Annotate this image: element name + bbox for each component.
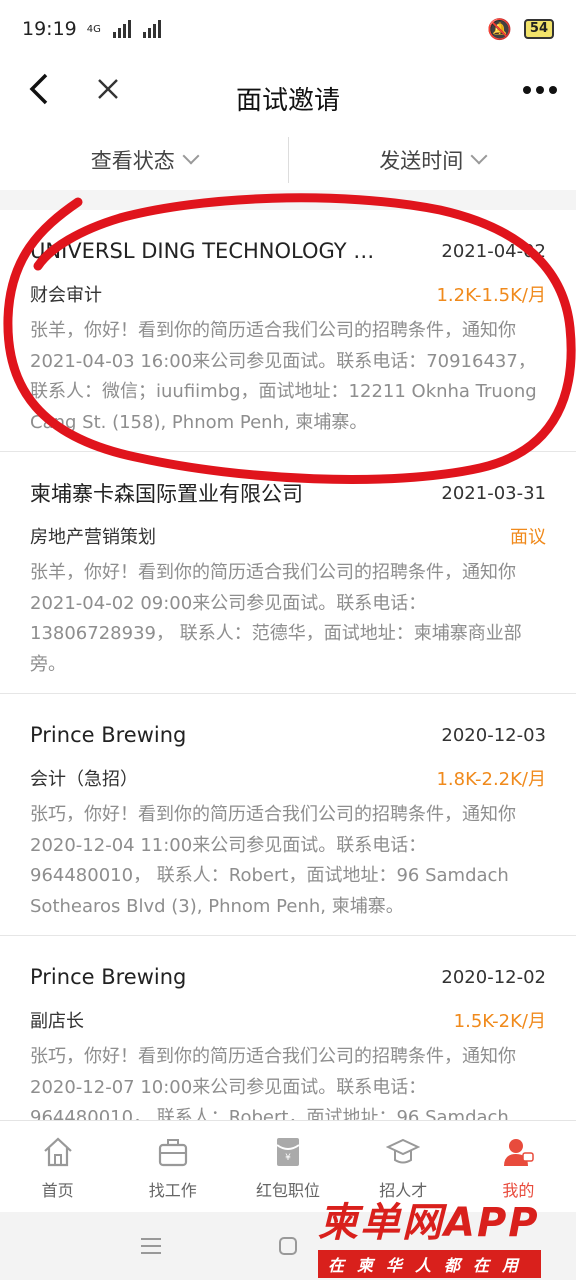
company-name: Prince Brewing: [30, 965, 187, 989]
company-name: 柬埔寨卡森国际置业有限公司: [30, 482, 303, 506]
briefcase-icon: [158, 1139, 187, 1167]
position-name: 房地产营销策划: [30, 527, 156, 548]
invite-date: 2020-12-03: [441, 724, 546, 746]
graduation-cap-icon: [386, 1138, 421, 1164]
signal-icon: [112, 20, 131, 38]
tab-find-job[interactable]: 找工作: [115, 1121, 230, 1212]
position-name: 会计（急招）: [30, 769, 138, 790]
watermark-title: 柬单网APP: [318, 1200, 540, 1246]
invite-message: 张羊，你好！看到你的简历适合我们公司的招聘条件，通知你2021-04-03 16…: [30, 320, 537, 433]
invite-date: 2020-12-02: [441, 966, 546, 988]
watermark-logo: 柬单网APP 在柬华人都在用: [318, 1190, 568, 1278]
page-title: 面试邀请: [235, 86, 340, 116]
battery-icon: 54: [523, 19, 554, 39]
chevron-down-icon: [182, 147, 200, 165]
tab-label: 红包职位: [256, 1181, 321, 1200]
svg-text:¥: ¥: [285, 1153, 291, 1163]
tab-label: 找工作: [148, 1181, 197, 1200]
salary: 面议: [510, 527, 546, 548]
home-button-icon[interactable]: [278, 1236, 298, 1256]
invite-message: 张羊，你好！看到你的简历适合我们公司的招聘条件，通知你2021-04-02 09…: [30, 562, 522, 675]
network-type: 4G: [86, 23, 101, 35]
tab-home[interactable]: 首页: [0, 1121, 115, 1212]
nav-bar: 面试邀请: [0, 58, 576, 130]
watermark-subtitle: 在柬华人都在用: [318, 1250, 542, 1278]
invite-message: 张巧，你好！看到你的简历适合我们公司的招聘条件，通知你2020-12-04 11…: [30, 804, 516, 917]
mute-icon: 🔕: [487, 17, 512, 41]
invitation-list: UNIVERSL DING TECHNOLOGY … 2021-04-02 财会…: [0, 210, 576, 1178]
more-options-icon[interactable]: [522, 68, 558, 103]
filter-view-status[interactable]: 查看状态: [0, 137, 288, 183]
invitation-card[interactable]: Prince Brewing 2020-12-03 会计（急招） 1.8K-2.…: [0, 694, 576, 936]
salary: 1.8K-2.2K/月: [436, 769, 546, 790]
user-icon: [504, 1139, 535, 1166]
invitation-card[interactable]: UNIVERSL DING TECHNOLOGY … 2021-04-02 财会…: [0, 210, 576, 452]
invitation-card[interactable]: 柬埔寨卡森国际置业有限公司 2021-03-31 房地产营销策划 面议 张羊，你…: [0, 452, 576, 694]
signal-icon: [142, 20, 161, 38]
company-name: Prince Brewing: [30, 723, 187, 747]
company-name: UNIVERSL DING TECHNOLOGY …: [30, 239, 375, 263]
red-envelope-icon: ¥: [276, 1138, 300, 1166]
salary: 1.2K-1.5K/月: [436, 285, 546, 306]
invite-date: 2021-03-31: [441, 482, 546, 504]
filter-send-time[interactable]: 发送时间: [289, 137, 576, 183]
invite-date: 2021-04-02: [441, 240, 546, 262]
home-icon: [43, 1137, 72, 1167]
filter-label: 发送时间: [379, 149, 464, 173]
chevron-down-icon: [470, 147, 488, 165]
filter-label: 查看状态: [90, 149, 175, 173]
status-time: 19:19: [22, 18, 77, 40]
filter-bar: 查看状态 发送时间: [0, 130, 576, 190]
status-bar: 19:19 4G 🔕 54: [0, 0, 576, 58]
menu-icon[interactable]: [140, 1236, 162, 1256]
position-name: 财会审计: [30, 285, 102, 306]
position-name: 副店长: [30, 1011, 84, 1032]
salary: 1.5K-2K/月: [453, 1011, 546, 1032]
tab-label: 首页: [41, 1181, 74, 1200]
